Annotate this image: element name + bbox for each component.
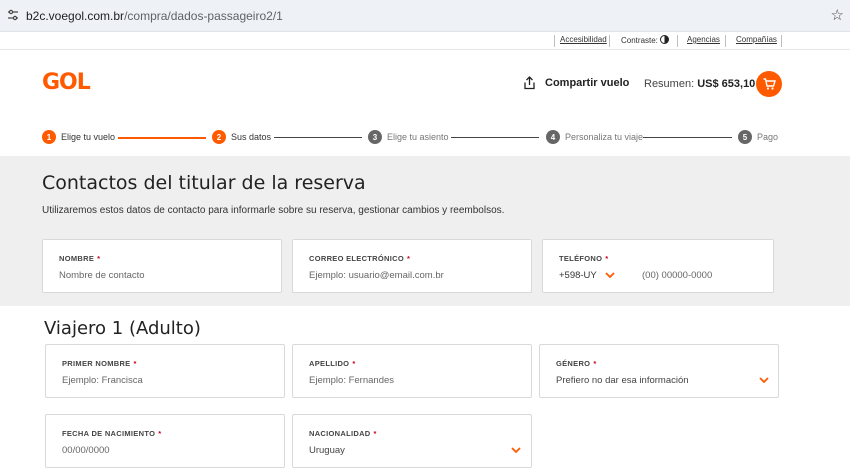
chevron-down-icon[interactable] (759, 377, 769, 384)
bookmark-star-icon[interactable]: ☆ (831, 6, 844, 24)
price-summary[interactable]: Resumen: US$ 653,10 (644, 78, 755, 90)
first-name-input[interactable]: Ejemplo: Francisca (62, 375, 143, 386)
contrast-label: Contraste: (621, 36, 658, 45)
field-label: NACIONALIDAD * (309, 429, 377, 438)
step-pago: 5 Pago (738, 130, 778, 144)
chevron-down-icon[interactable] (605, 272, 615, 279)
step-personaliza-tu-viaje: 4 Personaliza tu viaje (546, 130, 643, 144)
agencies-link[interactable]: Agencias (687, 35, 720, 44)
birth-date-input[interactable]: 00/00/0000 (62, 445, 110, 456)
nationality-select[interactable]: NACIONALIDAD * Uruguay (292, 414, 532, 468)
step-connector (274, 137, 362, 138)
field-label: GÉNERO * (556, 359, 597, 368)
field-label: NOMBRE * (59, 254, 101, 263)
step-sus-datos[interactable]: 2 Sus datos (212, 130, 271, 144)
step-label: Elige tu asiento (387, 132, 449, 142)
step-number: 2 (212, 130, 226, 144)
step-label: Sus datos (231, 132, 272, 142)
last-name-field[interactable]: APELLIDO * Ejemplo: Fernandes (292, 344, 532, 398)
step-number: 1 (42, 130, 56, 144)
step-number: 3 (368, 130, 382, 144)
share-icon (524, 76, 535, 90)
cart-button[interactable] (756, 71, 782, 97)
contact-name-field[interactable]: NOMBRE * Nombre de contacto (42, 239, 282, 293)
field-label: PRIMER NOMBRE * (62, 359, 137, 368)
gender-select[interactable]: GÉNERO * Prefiero no dar esa información (539, 344, 779, 398)
phone-input[interactable]: (00) 00000-0000 (642, 270, 712, 281)
contact-phone-field[interactable]: TELÉFONO * +598-UY (00) 00000-0000 (542, 239, 774, 293)
step-label: Pago (757, 132, 779, 142)
first-name-field[interactable]: PRIMER NOMBRE * Ejemplo: Francisca (45, 344, 285, 398)
site-header: GOL Compartir vuelo Resumen: US$ 653,10 (0, 51, 850, 118)
country-code-select[interactable]: +598-UY (559, 270, 597, 281)
share-label: Compartir vuelo (545, 77, 630, 89)
browser-address-bar[interactable]: b2c.voegol.com.br/compra/dados-passageir… (0, 0, 850, 32)
field-label: TELÉFONO * (559, 254, 609, 263)
contrast-icon[interactable] (659, 35, 669, 44)
divider (725, 35, 726, 47)
contrast-toggle[interactable]: Contraste: (621, 35, 669, 45)
divider (554, 35, 555, 47)
field-label: APELLIDO * (309, 359, 356, 368)
contact-email-field[interactable]: CORREO ELECTRÓNICO * Ejemplo: usuario@ema… (292, 239, 532, 293)
chevron-down-icon[interactable] (511, 447, 521, 454)
divider (781, 35, 782, 47)
summary-label: Resumen: (644, 78, 695, 90)
divider (609, 35, 610, 47)
field-label: CORREO ELECTRÓNICO * (309, 254, 411, 263)
url-text[interactable]: b2c.voegol.com.br/compra/dados-passageir… (26, 9, 283, 23)
contact-description: Utilizaremos estos datos de contacto par… (42, 205, 505, 216)
step-label: Elige tu vuelo (61, 132, 116, 142)
accessibility-link[interactable]: Accesibilidad (560, 35, 607, 44)
step-label: Personaliza tu viaje (565, 132, 644, 142)
gol-logo[interactable]: GOL (42, 70, 91, 95)
contact-name-input[interactable]: Nombre de contacto (59, 270, 145, 281)
share-flight-button[interactable]: Compartir vuelo (523, 76, 629, 90)
contact-title: Contactos del titular de la reserva (42, 172, 366, 194)
cart-icon (763, 78, 776, 90)
traveler-title: Viajero 1 (Adulto) (44, 318, 201, 339)
gender-value: Prefiero no dar esa información (556, 375, 689, 386)
contact-email-input[interactable]: Ejemplo: usuario@email.com.br (309, 270, 444, 281)
step-elige-tu-vuelo[interactable]: 1 Elige tu vuelo (42, 130, 115, 144)
step-number: 5 (738, 130, 752, 144)
step-connector (118, 137, 206, 139)
birth-date-field[interactable]: FECHA DE NACIMIENTO * 00/00/0000 (45, 414, 285, 468)
field-label: FECHA DE NACIMIENTO * (62, 429, 162, 438)
step-elige-tu-asiento: 3 Elige tu asiento (368, 130, 449, 144)
summary-amount: US$ 653,10 (697, 78, 756, 90)
divider (677, 35, 678, 47)
step-number: 4 (546, 130, 560, 144)
progress-stepper: 1 Elige tu vuelo 2 Sus datos 3 Elige tu … (0, 118, 850, 156)
utility-bar: Accesibilidad Contraste: Agencias Compañ… (0, 33, 850, 50)
step-connector (451, 137, 539, 138)
nationality-value: Uruguay (309, 445, 345, 456)
last-name-input[interactable]: Ejemplo: Fernandes (309, 375, 394, 386)
site-settings-icon[interactable] (7, 9, 19, 21)
step-connector (643, 137, 732, 138)
companies-link[interactable]: Compañías (736, 35, 777, 44)
